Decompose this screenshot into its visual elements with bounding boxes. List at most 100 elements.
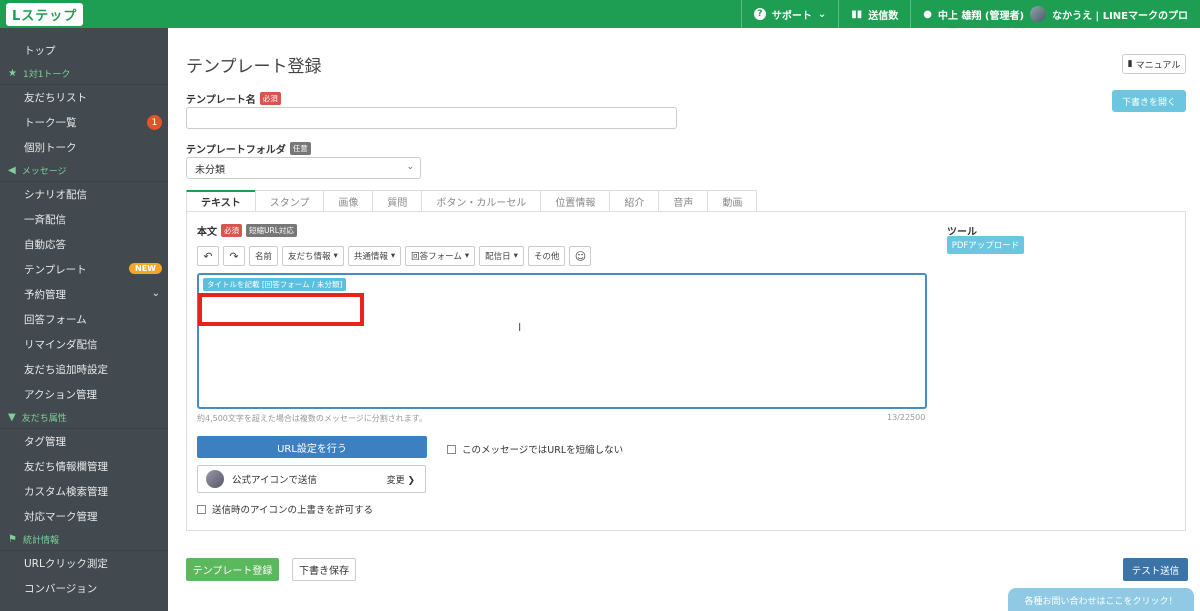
checkbox-label: このメッセージではURLを短縮しない: [462, 445, 624, 456]
unread-badge: 1: [147, 115, 162, 130]
send-count-link[interactable]: ▮▮ 送信数: [838, 0, 910, 28]
sidebar-item-talk-list[interactable]: トーク一覧 1: [0, 110, 168, 135]
star-icon: ★: [8, 68, 17, 79]
sidebar-item-tag[interactable]: タグ管理: [0, 429, 168, 454]
sidebar-item-label: 友だちリスト: [24, 92, 87, 104]
label-text: 本文: [197, 227, 217, 238]
no-shorten-url-option[interactable]: このメッセージではURLを短縮しない: [447, 442, 623, 456]
text-panel: 本文 必須 短縮URL対応 ↶ ↷ 名前 友だち情報 ▾ 共通情報 ▾ 回答フォーム…: [186, 211, 1186, 531]
official-icon-send: 公式アイコンで送信 変更 ❯: [197, 465, 426, 493]
sidebar-item-label: URLクリック測定: [24, 558, 108, 570]
sidebar-item-label: コンバージョン: [24, 583, 98, 595]
sidebar-section-attr: ▼ 友だち属性: [0, 407, 168, 429]
sidebar-item-action[interactable]: アクション管理: [0, 382, 168, 407]
optional-badge: 任意: [289, 142, 311, 155]
logo[interactable]: Lステップ: [0, 0, 168, 28]
emoji-button[interactable]: ☺: [569, 246, 592, 266]
support-menu[interactable]: ? サポート ⌄: [740, 0, 838, 28]
button-label: 共通情報: [353, 252, 388, 262]
no-shorten-checkbox[interactable]: [447, 444, 456, 454]
contact-tab[interactable]: 各種お問い合わせはここをクリック！: [1008, 588, 1194, 611]
sidebar-item-friends-list[interactable]: 友だちリスト: [0, 85, 168, 110]
tab-audio[interactable]: 音声: [658, 190, 709, 211]
required-badge: 必須: [221, 224, 242, 237]
body-label: 本文 必須 短縮URL対応: [197, 223, 297, 238]
split-hint: 約4,500文字を超えた場合は複数のメッセージに分割されます。: [197, 414, 427, 423]
test-send-button[interactable]: テスト送信: [1123, 558, 1188, 581]
sidebar: トップ ★ 1対1トーク 友だちリスト トーク一覧 1 個別トーク ◀ メッセージ シ…: [0, 28, 168, 611]
manual-label: マニュアル: [1135, 60, 1181, 71]
register-template-button[interactable]: テンプレート登録: [186, 558, 279, 581]
support-label: サポート: [771, 10, 812, 22]
tab-image[interactable]: 画像: [323, 190, 374, 211]
allow-override-checkbox[interactable]: [197, 504, 206, 514]
label-text: テンプレート名: [186, 95, 256, 106]
answer-form-tag[interactable]: タイトルを記載 [回答フォーム / 未分類]: [203, 278, 347, 291]
allow-icon-override-option[interactable]: 送信時のアイコンの上書きを許可する: [197, 502, 373, 516]
open-draft-button[interactable]: 下書きを開く: [1112, 90, 1186, 112]
required-badge: 必須: [259, 92, 281, 105]
sidebar-item-answer-form[interactable]: 回答フォーム: [0, 307, 168, 332]
sidebar-item-label: タグ管理: [24, 436, 66, 448]
avatar: [206, 470, 224, 488]
sidebar-item-auto-reply[interactable]: 自動応答: [0, 232, 168, 257]
tab-stamp[interactable]: スタンプ: [254, 190, 325, 211]
tab-location[interactable]: 位置情報: [540, 190, 611, 211]
shared-info-dropdown[interactable]: 共通情報 ▾: [347, 246, 402, 266]
section-label: 友だち属性: [21, 414, 67, 424]
sidebar-item-individual-talk[interactable]: 個別トーク: [0, 135, 168, 160]
chevron-right-icon: ❯: [407, 475, 415, 486]
sidebar-item-friend-info[interactable]: 友だち情報欄管理: [0, 454, 168, 479]
sidebar-item-reminder[interactable]: リマインダ配信: [0, 332, 168, 357]
account-name: なかうえ | LINEマークのプロ: [1052, 10, 1188, 22]
section-label: 1対1トーク: [22, 70, 71, 80]
answer-form-dropdown[interactable]: 回答フォーム ▾: [405, 246, 476, 266]
pdf-upload-button[interactable]: PDFアップロード: [947, 236, 1024, 254]
tab-introduction[interactable]: 紹介: [609, 190, 660, 211]
sidebar-item-friend-add[interactable]: 友だち追加時設定: [0, 357, 168, 382]
undo-icon: ↶: [203, 249, 213, 263]
sidebar-item-reservation[interactable]: 予約管理 ⌄: [0, 282, 168, 307]
sidebar-item-url-click[interactable]: URLクリック測定: [0, 551, 168, 576]
insert-name-button[interactable]: 名前: [249, 246, 279, 266]
sidebar-item-conversion[interactable]: コンバージョン: [0, 576, 168, 601]
sidebar-item-top[interactable]: トップ: [0, 38, 168, 63]
caret-down-icon: ▾: [464, 251, 470, 261]
megaphone-icon: ◀: [8, 165, 16, 176]
user-name: 中上 雄翔 (管理者): [937, 10, 1025, 22]
tab-question[interactable]: 質問: [372, 190, 423, 211]
template-folder-label: テンプレートフォルダ 任意: [186, 141, 311, 156]
top-bar: Lステップ ? サポート ⌄ ▮▮ 送信数 ● 中上 雄翔 (管理者) なかうえ…: [0, 0, 1200, 28]
save-draft-button[interactable]: 下書き保存: [292, 558, 356, 581]
sidebar-item-scenario[interactable]: シナリオ配信: [0, 182, 168, 207]
sidebar-item-label: カスタム検索管理: [24, 486, 108, 498]
sidebar-section-talk: ★ 1対1トーク: [0, 63, 168, 85]
sidebar-item-label: 回答フォーム: [24, 314, 87, 326]
checkbox-label: 送信時のアイコンの上書きを許可する: [212, 505, 374, 516]
manual-button[interactable]: ▮ マニュアル: [1122, 54, 1186, 74]
friend-info-dropdown[interactable]: 友だち情報 ▾: [282, 246, 344, 266]
sidebar-item-label: 個別トーク: [24, 142, 77, 154]
tab-text[interactable]: テキスト: [186, 190, 256, 211]
sidebar-item-custom-search[interactable]: カスタム検索管理: [0, 479, 168, 504]
change-icon-button[interactable]: 変更 ❯: [387, 473, 415, 486]
delivery-date-dropdown[interactable]: 配信日 ▾: [479, 246, 524, 266]
user-menu[interactable]: ● 中上 雄翔 (管理者) なかうえ | LINEマークのプロ: [910, 0, 1200, 28]
character-count: 13/22500: [887, 413, 926, 422]
chevron-down-icon: ⌄: [817, 8, 827, 20]
sidebar-section-stats: ⚑ 統計情報: [0, 529, 168, 551]
button-label: 友だち情報: [288, 252, 331, 262]
text-cursor-icon: I: [518, 321, 522, 334]
sidebar-item-broadcast[interactable]: 一斉配信: [0, 207, 168, 232]
other-button[interactable]: その他: [527, 246, 566, 266]
template-folder-select[interactable]: 未分類 ⌄: [186, 157, 421, 179]
undo-button[interactable]: ↶: [197, 246, 219, 266]
sidebar-item-label: リマインダ配信: [24, 339, 98, 351]
redo-button[interactable]: ↷: [223, 246, 245, 266]
sidebar-item-template[interactable]: テンプレート NEW: [0, 257, 168, 282]
tab-button-carousel[interactable]: ボタン・カルーセル: [421, 190, 542, 211]
url-setting-button[interactable]: URL設定を行う: [197, 436, 427, 458]
template-name-input[interactable]: [186, 107, 677, 129]
sidebar-item-mark[interactable]: 対応マーク管理: [0, 504, 168, 529]
tab-video[interactable]: 動画: [707, 190, 758, 211]
